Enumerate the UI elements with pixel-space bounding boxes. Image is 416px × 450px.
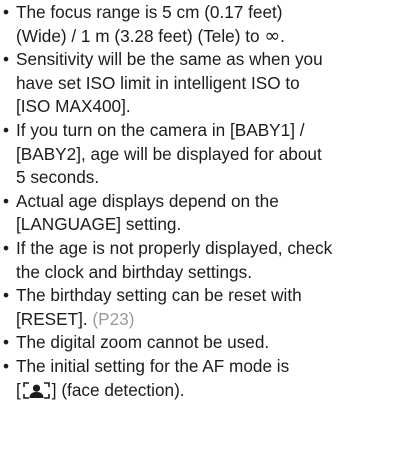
bullet: • xyxy=(3,285,10,306)
note-sensitivity: • Sensitivity will be the same as when y… xyxy=(0,48,416,119)
note-line: The initial setting for the AF mode is xyxy=(16,355,290,376)
note-line-text: (Wide) / 1 m (3.28 feet) (Tele) to xyxy=(16,25,260,46)
note-line: have set ISO limit in intelligent ISO to xyxy=(16,72,300,93)
icon-caption: ] (face detection). xyxy=(51,379,185,400)
bullet: • xyxy=(3,2,10,22)
bullet: • xyxy=(3,237,10,258)
note-line: the clock and birthday settings. xyxy=(16,261,252,282)
note-line: [ ] (face detection). xyxy=(16,379,416,403)
note-line-text: [RESET]. xyxy=(16,308,88,329)
end-punct: . xyxy=(280,25,285,46)
page-reference-link[interactable]: (P23) xyxy=(92,309,134,329)
note-line: If the age is not properly displayed, ch… xyxy=(16,237,333,258)
bullet: • xyxy=(3,190,10,211)
note-focus-range: • The focus range is 5 cm (0.17 feet) (W… xyxy=(0,1,416,48)
note-line: Actual age displays depend on the xyxy=(16,190,279,211)
note-age-language: • Actual age displays depend on the [LAN… xyxy=(0,190,416,237)
note-line: If you turn on the camera in [BABY1] / xyxy=(16,119,305,140)
note-line: [ISO MAX400]. xyxy=(16,96,131,117)
note-line: [BABY2], age will be displayed for about xyxy=(16,143,322,164)
bullet: • xyxy=(3,355,10,376)
infinity-symbol: ∞ xyxy=(264,24,281,47)
note-line: [LANGUAGE] setting. xyxy=(16,214,182,235)
note-age-display-check: • If the age is not properly displayed, … xyxy=(0,237,416,284)
note-birthday-reset: • The birthday setting can be reset with… xyxy=(0,284,416,331)
bullet: • xyxy=(3,119,10,140)
note-line: The birthday setting can be reset with xyxy=(16,285,302,306)
note-baby-age: • If you turn on the camera in [BABY1] /… xyxy=(0,119,416,190)
note-digital-zoom: • The digital zoom cannot be used. xyxy=(0,331,416,355)
note-line: 5 seconds. xyxy=(16,167,100,188)
open-bracket: [ xyxy=(16,379,21,400)
note-line: [RESET]. (P23) xyxy=(16,308,416,332)
notes-list: • The focus range is 5 cm (0.17 feet) (W… xyxy=(0,1,416,402)
bullet: • xyxy=(3,49,10,70)
note-af-mode: • The initial setting for the AF mode is… xyxy=(0,355,416,402)
note-line: Sensitivity will be the same as when you xyxy=(16,49,323,70)
note-line: The focus range is 5 cm (0.17 feet) xyxy=(16,2,283,22)
note-line: The digital zoom cannot be used. xyxy=(16,332,270,353)
note-line: (Wide) / 1 m (3.28 feet) (Tele) to ∞. xyxy=(16,25,416,49)
face-detection-icon xyxy=(22,381,50,399)
bullet: • xyxy=(3,332,10,353)
